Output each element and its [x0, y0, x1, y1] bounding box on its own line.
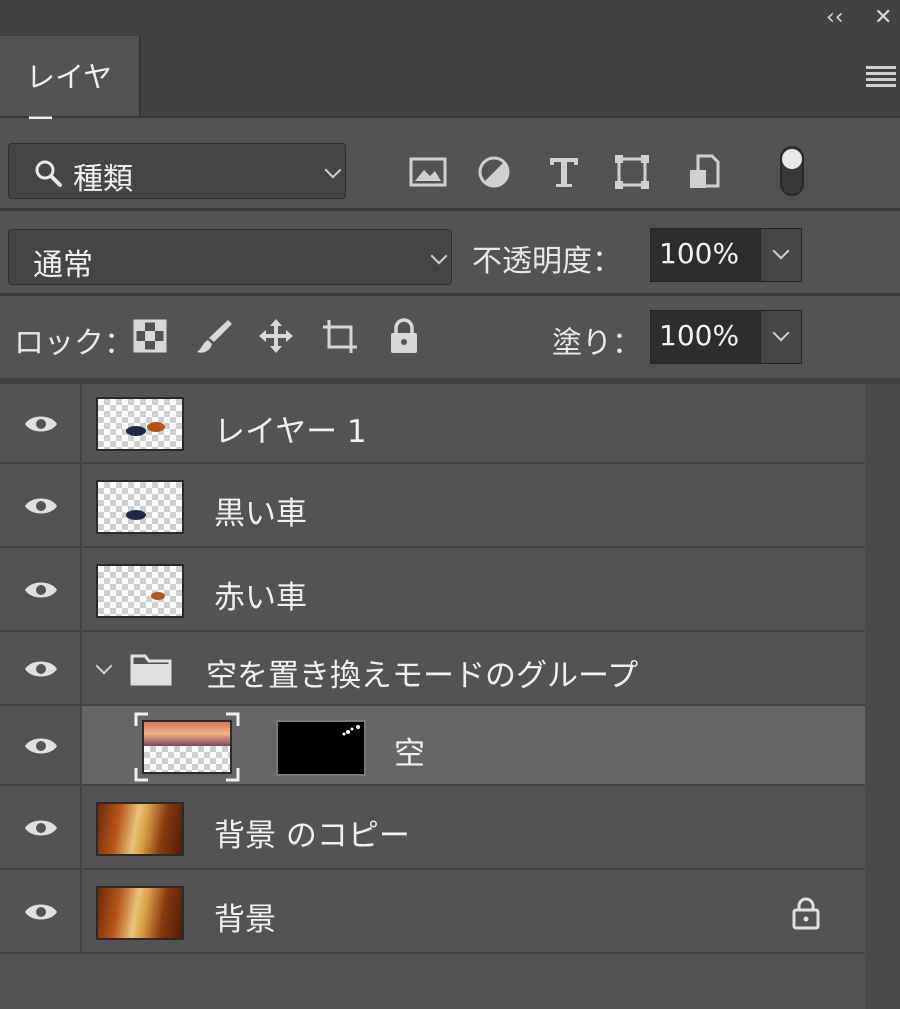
fill-label: 塗り：	[552, 326, 642, 361]
close-panel-button[interactable]: ✕	[874, 4, 892, 32]
tab-layers-label: レイヤー	[26, 60, 113, 136]
layer-group-row[interactable]: 空を置き換えモードのグループ	[0, 632, 865, 706]
lock-label: ロック：	[14, 326, 134, 361]
divider	[0, 208, 900, 211]
lock-artboard-icon[interactable]	[320, 316, 360, 356]
layer-thumbnail[interactable]	[96, 802, 184, 856]
layer-row[interactable]: レイヤー 1	[0, 384, 865, 464]
eye-icon	[25, 498, 57, 514]
layer-thumbnail[interactable]	[96, 397, 184, 451]
fill-field[interactable]: 100%	[650, 310, 802, 364]
layer-locked-icon[interactable]	[790, 896, 822, 930]
blend-mode-label: 通常	[33, 248, 93, 283]
chevron-down-icon	[772, 242, 790, 260]
layer-row[interactable]: 赤い車	[0, 548, 865, 632]
opacity-value: 100%	[659, 237, 740, 270]
divider	[0, 293, 900, 296]
layers-scrollbar[interactable]	[865, 384, 900, 1009]
visibility-toggle[interactable]	[0, 384, 82, 462]
layer-name[interactable]: 空	[394, 728, 425, 773]
visibility-toggle[interactable]	[0, 548, 82, 630]
eye-icon	[25, 416, 57, 432]
layer-name[interactable]: 背景 のコピー	[214, 810, 410, 855]
visibility-toggle[interactable]	[0, 706, 82, 784]
eye-icon	[25, 582, 57, 598]
text-filter-icon[interactable]	[542, 150, 586, 194]
layer-row[interactable]: 黒い車	[0, 464, 865, 548]
layer-row[interactable]: 背景 のコピー	[0, 786, 865, 870]
chevron-down-icon	[772, 324, 790, 342]
chevron-down-icon	[324, 161, 342, 179]
eye-icon	[25, 738, 57, 754]
layer-name[interactable]: 背景	[214, 894, 276, 939]
lock-image-pixels-icon[interactable]	[194, 316, 234, 356]
layer-name[interactable]: 赤い車	[214, 572, 307, 617]
layer-name[interactable]: 黒い車	[214, 488, 307, 533]
lock-transparent-pixels-icon[interactable]	[130, 316, 170, 356]
opacity-field[interactable]: 100%	[650, 228, 802, 282]
lock-all-icon[interactable]	[384, 316, 424, 356]
opacity-label: 不透明度：	[472, 244, 622, 279]
eye-icon	[25, 904, 57, 920]
layer-mask-thumbnail[interactable]	[276, 720, 366, 776]
image-filter-icon[interactable]	[406, 150, 450, 194]
search-icon	[35, 160, 62, 187]
layer-row[interactable]: 背景	[0, 870, 865, 954]
layer-thumbnail[interactable]	[96, 886, 184, 940]
smart-object-filter-icon[interactable]	[682, 150, 726, 194]
layer-row-selected[interactable]: 空	[0, 706, 865, 786]
hamburger-menu-icon[interactable]	[866, 66, 896, 88]
filter-toggle-switch[interactable]	[780, 146, 804, 196]
collapse-panel-button[interactable]: ‹‹	[826, 4, 844, 32]
layer-thumbnail[interactable]	[142, 720, 232, 774]
visibility-toggle[interactable]	[0, 870, 82, 952]
layer-name[interactable]: レイヤー 1	[214, 406, 367, 451]
visibility-toggle[interactable]	[0, 786, 82, 868]
filter-kind-label: 種類	[73, 162, 133, 197]
shape-filter-icon[interactable]	[610, 150, 654, 194]
panel-top-bar: ‹‹ ✕	[0, 0, 900, 36]
group-name[interactable]: 空を置き換えモードのグループ	[206, 650, 638, 695]
folder-icon	[130, 654, 172, 686]
filter-kind-dropdown[interactable]: 種類	[8, 143, 346, 199]
tab-layers[interactable]: レイヤー	[0, 36, 141, 136]
eye-icon	[25, 820, 57, 836]
layers-empty-area	[0, 954, 865, 1009]
blend-mode-dropdown[interactable]: 通常	[8, 229, 452, 285]
layer-thumbnail[interactable]	[96, 564, 184, 618]
panel-tab-bar: レイヤー	[0, 36, 900, 136]
layers-list: レイヤー 1 黒い車 赤い車 空を置き換えモードのグループ 空 背景 のコピー …	[0, 384, 865, 954]
visibility-toggle[interactable]	[0, 464, 82, 546]
lock-position-icon[interactable]	[256, 316, 296, 356]
visibility-toggle[interactable]	[0, 632, 82, 704]
group-expand-chevron-icon[interactable]	[95, 657, 113, 675]
fill-value: 100%	[659, 319, 740, 352]
eye-icon	[25, 661, 57, 677]
layer-thumbnail[interactable]	[96, 480, 184, 534]
fill-dropdown-button[interactable]	[760, 311, 801, 363]
adjustment-filter-icon[interactable]	[472, 150, 516, 194]
chevron-down-icon	[430, 247, 448, 265]
opacity-dropdown-button[interactable]	[760, 229, 801, 281]
